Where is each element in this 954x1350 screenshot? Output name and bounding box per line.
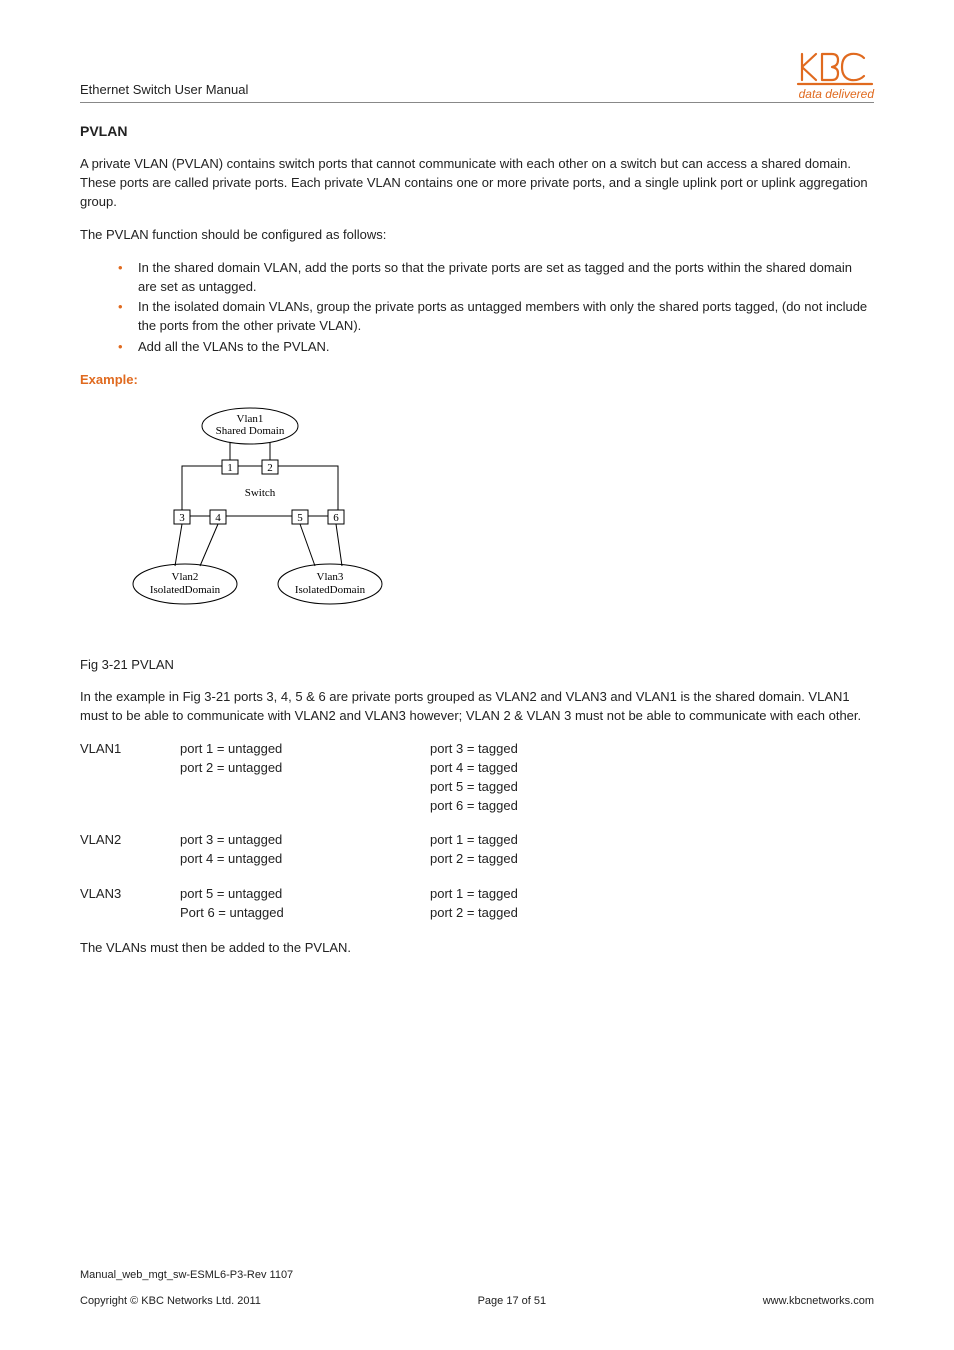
- logo-block: data delivered: [796, 50, 874, 100]
- footer-page: Page 17 of 51: [478, 1294, 547, 1310]
- paragraph: The PVLAN function should be configured …: [80, 226, 874, 245]
- page-header: Ethernet Switch User Manual data deliver…: [80, 50, 874, 103]
- figure-caption: Fig 3-21 PVLAN: [80, 656, 874, 675]
- svg-text:Vlan3: Vlan3: [317, 571, 344, 583]
- svg-text:6: 6: [333, 512, 339, 524]
- doc-title: Ethernet Switch User Manual: [80, 81, 248, 100]
- bullet-item: In the isolated domain VLANs, group the …: [138, 298, 874, 336]
- footer-url: www.kbcnetworks.com: [763, 1294, 874, 1310]
- section-heading: PVLAN: [80, 121, 874, 141]
- svg-text:3: 3: [179, 512, 185, 524]
- svg-text:Vlan1: Vlan1: [237, 413, 264, 425]
- svg-text:Switch: Switch: [245, 487, 276, 499]
- paragraph: In the example in Fig 3-21 ports 3, 4, 5…: [80, 688, 874, 726]
- page-footer: Manual_web_mgt_sw-ESML6-P3-Rev 1107 Copy…: [80, 1268, 874, 1310]
- footer-filename: Manual_web_mgt_sw-ESML6-P3-Rev 1107: [80, 1268, 874, 1284]
- vlan-tagged-col: port 1 = tagged port 2 = tagged: [430, 885, 680, 923]
- vlan-row: VLAN1 port 1 = untagged port 2 = untagge…: [80, 740, 874, 815]
- svg-text:5: 5: [297, 512, 303, 524]
- vlan-tagged-col: port 3 = tagged port 4 = tagged port 5 =…: [430, 740, 680, 815]
- kbc-logo-icon: [796, 50, 874, 86]
- svg-text:IsolatedDomain: IsolatedDomain: [150, 584, 221, 596]
- vlan-untagged-col: port 3 = untagged port 4 = untagged: [180, 831, 430, 869]
- svg-text:1: 1: [227, 462, 233, 474]
- bullet-item: Add all the VLANs to the PVLAN.: [138, 338, 874, 357]
- vlan-row: VLAN3 port 5 = untagged Port 6 = untagge…: [80, 885, 874, 923]
- svg-text:IsolatedDomain: IsolatedDomain: [295, 584, 366, 596]
- bullet-item: In the shared domain VLAN, add the ports…: [138, 259, 874, 297]
- example-label: Example:: [80, 371, 874, 390]
- vlan-name: VLAN2: [80, 831, 180, 869]
- footer-copyright: Copyright © KBC Networks Ltd. 2011: [80, 1294, 261, 1310]
- vlan-name: VLAN3: [80, 885, 180, 923]
- logo-tagline: data delivered: [796, 88, 874, 100]
- pvlan-diagram: Vlan1 Shared Domain 1 2 Switch 3 4 5 6 V…: [120, 404, 874, 630]
- vlan-untagged-col: port 5 = untagged Port 6 = untagged: [180, 885, 430, 923]
- paragraph: The VLANs must then be added to the PVLA…: [80, 939, 874, 958]
- vlan-config-table: VLAN1 port 1 = untagged port 2 = untagge…: [80, 740, 874, 923]
- vlan-row: VLAN2 port 3 = untagged port 4 = untagge…: [80, 831, 874, 869]
- svg-text:4: 4: [215, 512, 221, 524]
- svg-text:Shared Domain: Shared Domain: [216, 425, 285, 437]
- svg-text:Vlan2: Vlan2: [172, 571, 199, 583]
- vlan-untagged-col: port 1 = untagged port 2 = untagged: [180, 740, 430, 815]
- vlan-name: VLAN1: [80, 740, 180, 815]
- paragraph: A private VLAN (PVLAN) contains switch p…: [80, 155, 874, 212]
- vlan-tagged-col: port 1 = tagged port 2 = tagged: [430, 831, 680, 869]
- svg-text:2: 2: [267, 462, 273, 474]
- bullet-list: In the shared domain VLAN, add the ports…: [80, 259, 874, 357]
